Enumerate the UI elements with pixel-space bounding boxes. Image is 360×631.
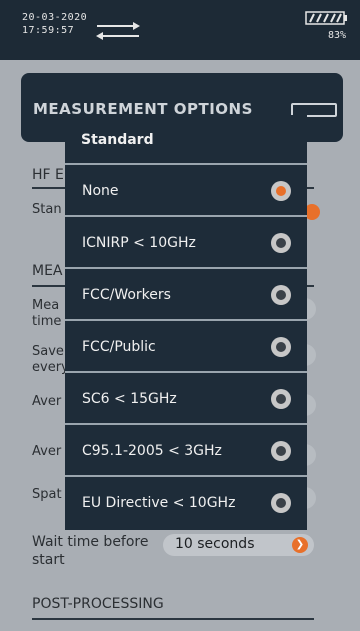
option-label: SC6 < 15GHz [82,391,177,407]
radio-selected-icon[interactable] [271,181,291,201]
date-text: 20-03-2020 [22,12,88,23]
divider [32,618,314,620]
radio-icon[interactable] [271,389,291,409]
bg-row-label: time [32,314,62,329]
wait-time-label: Wait time before [32,534,149,550]
battery-icon [305,11,347,25]
bg-row-label: Aver [32,444,62,459]
radio-icon[interactable] [271,441,291,461]
status-bar: 20-03-2020 17:59:57 83% [0,0,360,60]
measurement-section-label: MEA [32,263,63,279]
option-label: C95.1-2005 < 3GHz [82,443,222,459]
option-label: None [82,183,119,199]
option-eu-directive[interactable]: EU Directive < 10GHz [65,477,307,529]
wait-time-select[interactable]: 10 seconds ❯ [163,534,314,556]
bg-row-label: Mea [32,298,60,313]
option-label: ICNIRP < 10GHz [82,235,196,251]
option-label: EU Directive < 10GHz [82,495,236,511]
bg-row-label: Aver [32,394,62,409]
option-icnirp[interactable]: ICNIRP < 10GHz [65,217,307,269]
radio-icon[interactable] [271,337,291,357]
option-sc6[interactable]: SC6 < 15GHz [65,373,307,425]
option-c95[interactable]: C95.1-2005 < 3GHz [65,425,307,477]
radio-icon[interactable] [271,233,291,253]
hf-section-label: HF E [32,167,64,183]
post-processing-label: POST-PROCESSING [32,596,164,612]
standard-row-label: Stan [32,202,62,217]
chevron-right-icon: ❯ [292,537,308,553]
time-text: 17:59:57 [22,25,75,36]
bg-row-label: Save [32,344,64,359]
datetime: 20-03-2020 17:59:57 [22,11,87,37]
option-none[interactable]: None [65,165,307,217]
radio-icon[interactable] [271,285,291,305]
option-label: FCC/Workers [82,287,171,303]
dialog-title: Standard [65,115,307,165]
bg-row-label: every [32,360,69,375]
radio-icon[interactable] [271,493,291,513]
bg-row-label: Spat [32,487,62,502]
option-fcc-workers[interactable]: FCC/Workers [65,269,307,321]
standard-dialog: Standard None ICNIRP < 10GHz FCC/Workers… [65,115,307,530]
wait-time-value: 10 seconds [175,536,255,552]
data-transfer-icon [96,22,140,40]
option-label: FCC/Public [82,339,156,355]
option-fcc-public[interactable]: FCC/Public [65,321,307,373]
battery-percent: 83% [327,30,346,41]
wait-time-label-2: start [32,552,65,568]
